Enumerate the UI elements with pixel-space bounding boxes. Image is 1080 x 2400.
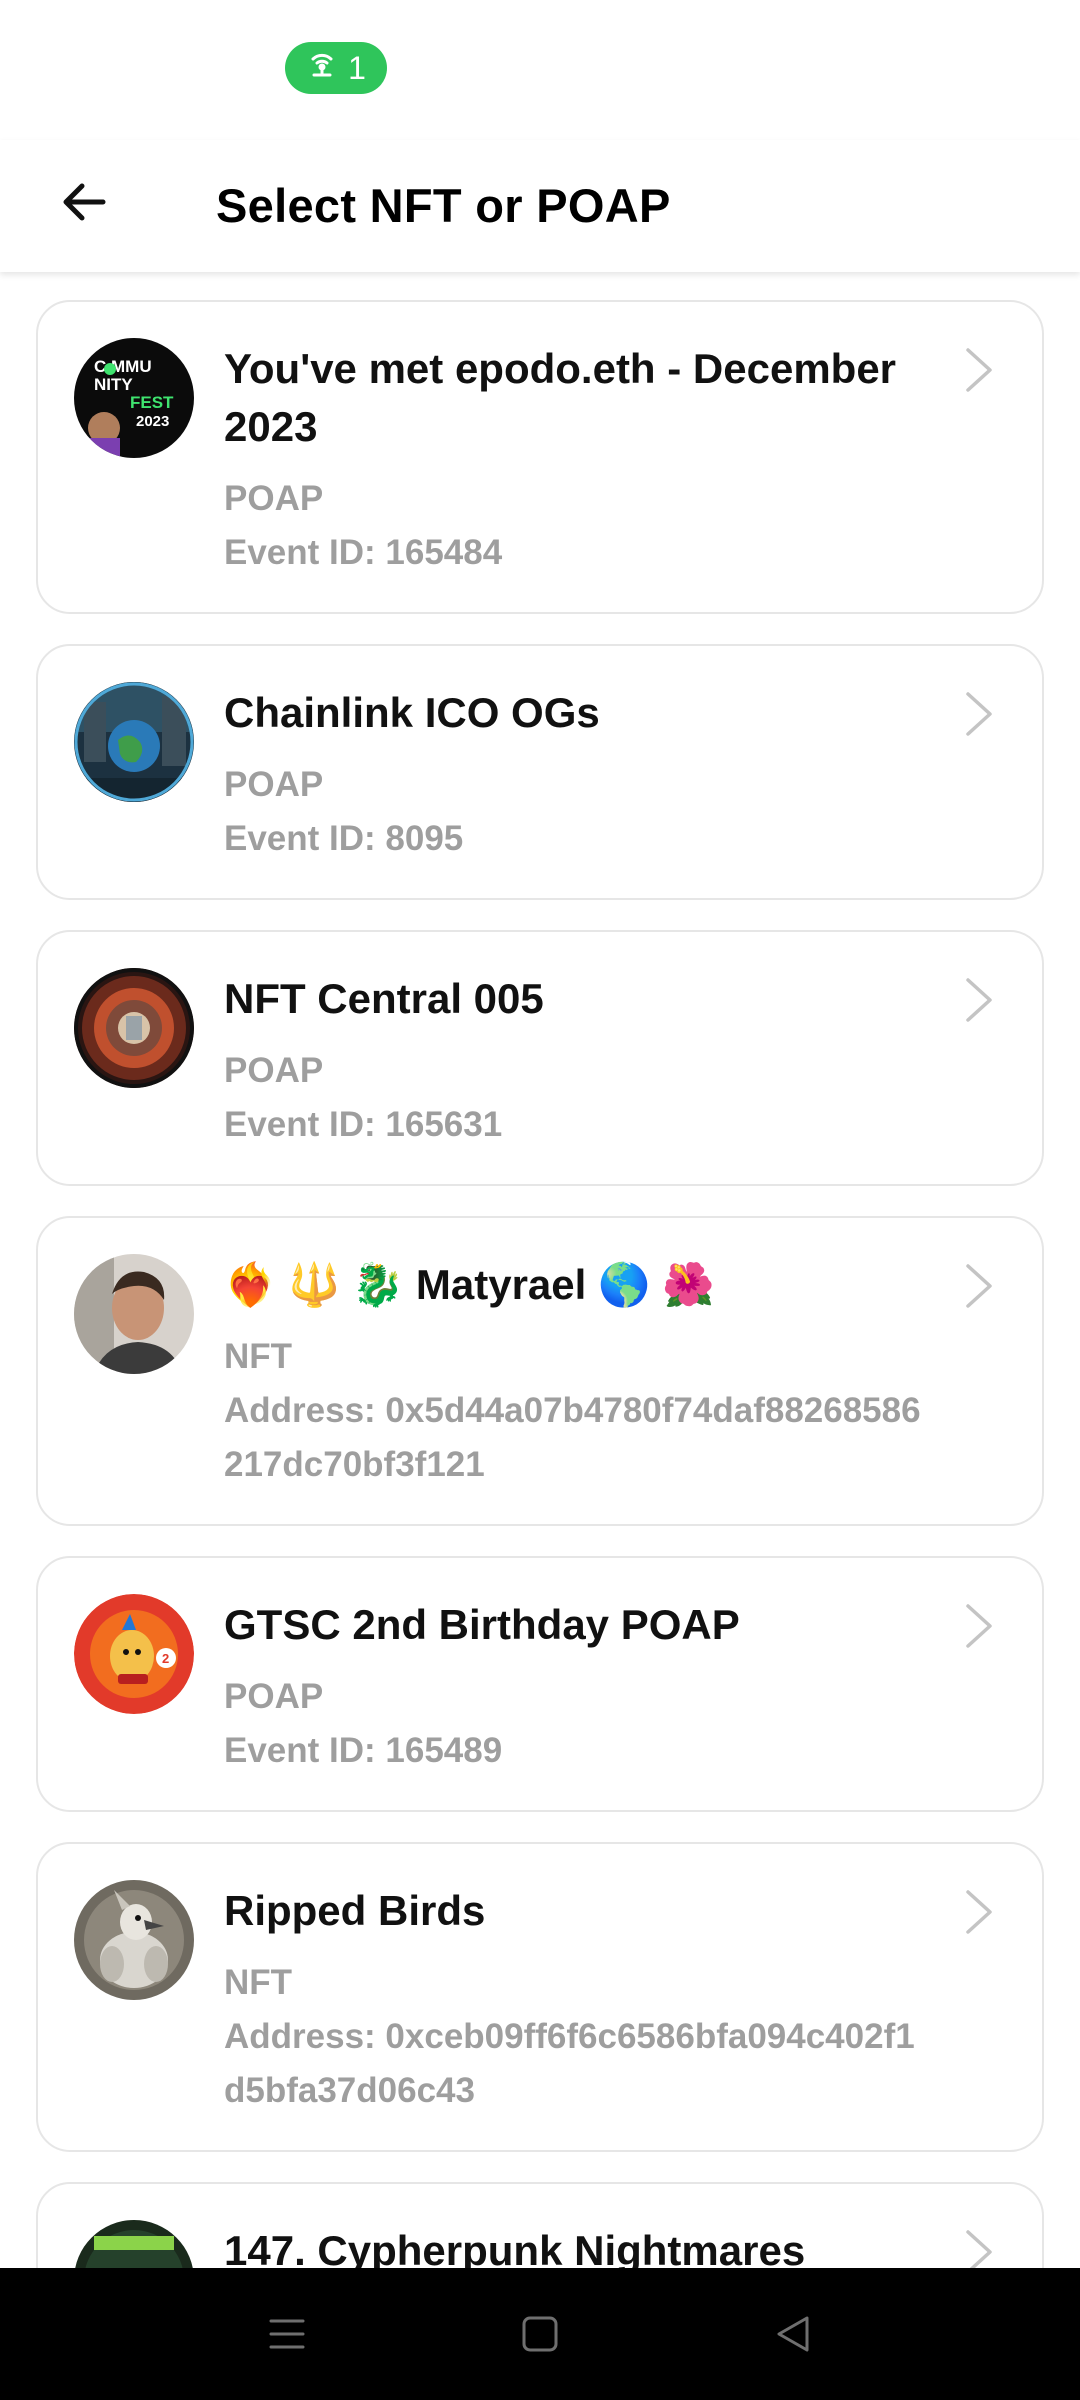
svg-text:NITY: NITY bbox=[94, 375, 133, 394]
list-item-matyrael[interactable]: ❤️‍🔥 🔱 🐉 Matyrael 🌎 🌺 NFT Address: 0x5d4… bbox=[36, 1216, 1044, 1526]
chevron-right-icon bbox=[958, 2228, 998, 2268]
tunnel-avatar bbox=[74, 968, 194, 1088]
item-title: Chainlink ICO OGs bbox=[224, 689, 600, 736]
page-title: Select NFT or POAP bbox=[216, 179, 671, 232]
chainlink-avatar bbox=[74, 682, 194, 802]
person-avatar bbox=[74, 1254, 194, 1374]
item-title: You've met epodo.eth - December 2023 bbox=[224, 345, 897, 450]
hotspot-count: 1 bbox=[348, 49, 366, 86]
triangle-back-icon bbox=[777, 2316, 809, 2352]
birthday-avatar: 2 bbox=[74, 1594, 194, 1714]
item-meta: Event ID: 165631 bbox=[224, 1105, 503, 1144]
item-type: NFT bbox=[224, 1337, 293, 1376]
status-bar: 1 bbox=[0, 0, 1080, 140]
community-fest-avatar: C MMU NITY FEST 2023 bbox=[74, 338, 194, 458]
item-type: NFT bbox=[224, 1963, 293, 2002]
item-meta: Event ID: 165489 bbox=[224, 1731, 503, 1770]
list-item-ripped-birds[interactable]: Ripped Birds NFT Address: 0xceb09ff6f6c6… bbox=[36, 1842, 1044, 2152]
item-meta: Event ID: 8095 bbox=[224, 819, 464, 858]
item-meta: Event ID: 165484 bbox=[224, 533, 503, 572]
chevron-right-icon bbox=[958, 346, 998, 394]
item-title: NFT Central 005 bbox=[224, 975, 544, 1022]
item-meta: Address: 0x5d44a07b4780f74daf88268586217… bbox=[224, 1391, 921, 1484]
nav-back-button[interactable] bbox=[763, 2304, 823, 2364]
chevron-right-icon bbox=[958, 690, 998, 738]
list-item-cypherpunk[interactable]: 147. Cypherpunk Nightmares bbox=[36, 2182, 1044, 2268]
app-bar: Select NFT or POAP bbox=[0, 140, 1080, 272]
nav-home-button[interactable] bbox=[510, 2304, 570, 2364]
svg-text:2023: 2023 bbox=[136, 413, 169, 430]
nft-poap-list[interactable]: C MMU NITY FEST 2023 You've met epodo.et… bbox=[0, 272, 1080, 2268]
back-button[interactable] bbox=[44, 162, 124, 242]
item-type: POAP bbox=[224, 1051, 324, 1090]
item-meta: Address: 0xceb09ff6f6c6586bfa094c402f1d5… bbox=[224, 2017, 915, 2110]
list-item-chainlink[interactable]: Chainlink ICO OGs POAP Event ID: 8095 bbox=[36, 644, 1044, 900]
square-icon bbox=[522, 2316, 558, 2352]
list-item-community-fest[interactable]: C MMU NITY FEST 2023 You've met epodo.et… bbox=[36, 300, 1044, 614]
item-type: POAP bbox=[224, 765, 324, 804]
cypherpunk-avatar bbox=[74, 2220, 194, 2268]
item-type: POAP bbox=[224, 479, 324, 518]
list-item-gtsc-birthday[interactable]: 2 GTSC 2nd Birthday POAP POAP Event ID: … bbox=[36, 1556, 1044, 1812]
system-nav-bar bbox=[0, 2268, 1080, 2400]
hotspot-icon bbox=[306, 48, 338, 88]
item-title: ❤️‍🔥 🔱 🐉 Matyrael 🌎 🌺 bbox=[224, 1261, 715, 1308]
menu-icon bbox=[269, 2319, 305, 2349]
chevron-right-icon bbox=[958, 1602, 998, 1650]
svg-text:C MMU: C MMU bbox=[94, 357, 152, 376]
nav-menu-button[interactable] bbox=[257, 2304, 317, 2364]
chevron-right-icon bbox=[958, 976, 998, 1024]
hotspot-indicator: 1 bbox=[285, 42, 387, 94]
arrow-left-icon bbox=[63, 183, 106, 221]
item-title: Ripped Birds bbox=[224, 1887, 486, 1934]
svg-text:2: 2 bbox=[162, 1651, 169, 1666]
chevron-right-icon bbox=[958, 1262, 998, 1310]
item-title: 147. Cypherpunk Nightmares bbox=[224, 2227, 806, 2268]
bird-avatar bbox=[74, 1880, 194, 2000]
svg-text:FEST: FEST bbox=[130, 393, 174, 412]
item-type: POAP bbox=[224, 1677, 324, 1716]
chevron-right-icon bbox=[958, 1888, 998, 1936]
list-item-nft-central[interactable]: NFT Central 005 POAP Event ID: 165631 bbox=[36, 930, 1044, 1186]
item-title: GTSC 2nd Birthday POAP bbox=[224, 1601, 740, 1648]
